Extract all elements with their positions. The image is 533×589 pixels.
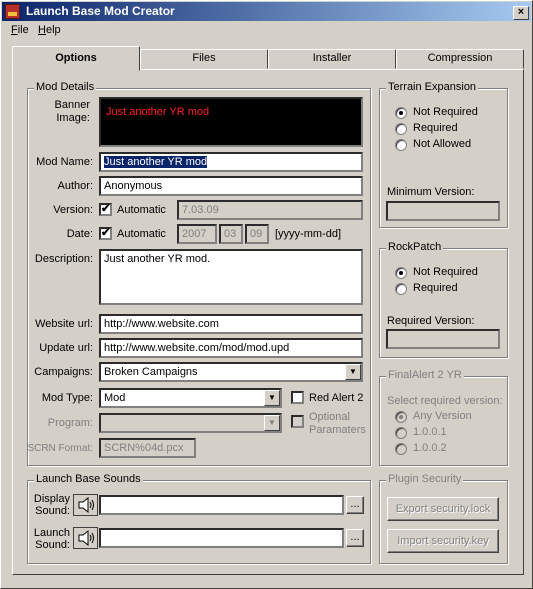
terrain-required-label: Required — [413, 122, 458, 134]
rockpatch-req-version-label: Required Version: — [387, 315, 475, 327]
display-sound-browse-button[interactable]: ... — [346, 496, 364, 514]
terrain-not-required-label: Not Required — [413, 106, 478, 118]
optional-parameters-checkbox[interactable] — [291, 415, 304, 428]
sounds-group: Launch Base Sounds — [27, 473, 371, 564]
date-day-input[interactable]: 09 — [245, 224, 269, 244]
update-label: Update url: — [39, 342, 93, 354]
title-bar[interactable]: Launch Base Mod Creator × — [2, 2, 531, 21]
date-month-input[interactable]: 03 — [219, 224, 243, 244]
launch-sound-input[interactable] — [99, 528, 344, 548]
version-automatic-label: Automatic — [117, 204, 166, 216]
date-automatic-label: Automatic — [117, 228, 166, 240]
menu-help[interactable]: Help — [38, 24, 61, 36]
terrain-not-allowed-radio[interactable] — [395, 139, 407, 151]
terrain-not-allowed-label: Not Allowed — [413, 138, 472, 150]
tab-compression[interactable]: Compression — [396, 49, 524, 69]
rockpatch-req-version-input[interactable] — [386, 329, 500, 349]
sounds-legend: Launch Base Sounds — [34, 473, 143, 485]
display-sound-play-icon[interactable] — [73, 494, 98, 516]
terrain-legend: Terrain Expansion — [386, 81, 479, 93]
terrain-required-radio[interactable] — [395, 123, 407, 135]
description-label: Description: — [34, 253, 93, 265]
rockpatch-required-radio[interactable] — [395, 283, 407, 295]
tab-options[interactable]: Options — [12, 46, 140, 71]
finalalert-1002-label: 1.0.0.2 — [413, 442, 447, 454]
menu-help-mnemonic: H — [38, 24, 46, 36]
rockpatch-not-required-radio[interactable] — [395, 267, 407, 279]
banner-text: Just another YR mod — [106, 106, 210, 118]
mod-name-label: Mod Name: — [36, 156, 93, 168]
author-label: Author: — [57, 180, 93, 192]
import-security-button[interactable]: Import security.key — [387, 529, 499, 553]
website-label: Website url: — [35, 318, 93, 330]
display-sound-input[interactable] — [99, 495, 344, 515]
description-input[interactable]: Just another YR mod. — [99, 249, 363, 305]
terrain-min-version-input[interactable] — [386, 201, 500, 221]
finalalert-1001-radio[interactable] — [395, 427, 407, 439]
rockpatch-legend: RockPatch — [386, 241, 444, 253]
program-select[interactable] — [99, 413, 282, 433]
scrn-format-input[interactable]: SCRN%04d.pcx — [99, 438, 196, 458]
plugin-security-legend: Plugin Security — [386, 473, 464, 485]
launch-sound-play-icon[interactable] — [73, 527, 98, 549]
display-sound-label: Display Sound: — [33, 493, 70, 517]
website-input[interactable]: http://www.website.com — [99, 314, 363, 334]
tab-files[interactable]: Files — [140, 49, 268, 69]
close-button[interactable]: × — [513, 6, 529, 20]
mod-type-label: Mod Type: — [41, 392, 93, 404]
menu-file[interactable]: File — [11, 24, 29, 36]
campaigns-dropdown-button[interactable]: ▼ — [345, 364, 361, 380]
finalalert-select-label: Select required version: — [387, 395, 503, 407]
rockpatch-not-required-label: Not Required — [413, 266, 478, 278]
export-security-button[interactable]: Export security.lock — [387, 497, 499, 521]
version-label: Version: — [53, 204, 93, 216]
campaigns-label: Campaigns: — [34, 366, 93, 378]
finalalert-any-version-radio[interactable] — [395, 411, 407, 423]
banner-label: Banner Image: — [54, 99, 90, 124]
terrain-min-version-label: Minimum Version: — [387, 186, 475, 198]
tab-installer[interactable]: Installer — [268, 49, 396, 69]
launch-sound-browse-button[interactable]: ... — [346, 529, 364, 547]
menu-help-rest: elp — [45, 24, 61, 36]
version-input[interactable]: 7.03.09 — [177, 200, 363, 220]
mod-name-input[interactable]: Just another YR mod — [99, 152, 363, 172]
program-label: Program: — [47, 417, 93, 429]
program-dropdown-button[interactable]: ▼ — [264, 415, 280, 431]
menu-bar: File Help — [2, 22, 531, 40]
mod-details-legend: Mod Details — [34, 81, 97, 93]
red-alert-2-checkbox[interactable] — [291, 391, 304, 404]
mod-type-dropdown-button[interactable]: ▼ — [264, 390, 280, 406]
launch-sound-label: Launch Sound: — [33, 527, 70, 551]
terrain-not-required-radio[interactable] — [395, 107, 407, 119]
red-alert-2-label: Red Alert 2 — [309, 392, 364, 404]
finalalert-1001-label: 1.0.0.1 — [413, 426, 447, 438]
date-label: Date: — [66, 228, 93, 240]
author-input[interactable]: Anonymous — [99, 176, 363, 196]
mod-type-select[interactable]: Mod — [99, 388, 282, 408]
version-automatic-checkbox[interactable]: ✔ — [99, 203, 112, 216]
finalalert-any-version-label: Any Version — [413, 410, 472, 422]
update-input[interactable]: http://www.website.com/mod/mod.upd — [99, 338, 363, 358]
mod-name-value: Just another YR mod — [104, 156, 208, 168]
rockpatch-required-label: Required — [413, 282, 458, 294]
menu-file-mnemonic: F — [11, 24, 18, 36]
app-icon — [5, 4, 20, 19]
banner-image[interactable]: Just another YR mod — [99, 97, 363, 147]
scrn-format-label: SCRN Format: — [27, 443, 93, 454]
date-format-hint: [yyyy-mm-dd] — [275, 228, 341, 240]
finalalert-1002-radio[interactable] — [395, 443, 407, 455]
date-year-input[interactable]: 2007 — [177, 224, 217, 244]
date-automatic-checkbox[interactable]: ✔ — [99, 227, 112, 240]
optional-parameters-label: Optional Paramaters — [309, 411, 366, 436]
window-title: Launch Base Mod Creator — [26, 4, 175, 18]
menu-file-rest: ile — [17, 24, 29, 36]
campaigns-select[interactable]: Broken Campaigns — [99, 362, 363, 382]
finalalert-legend: FinalAlert 2 YR — [386, 369, 464, 381]
